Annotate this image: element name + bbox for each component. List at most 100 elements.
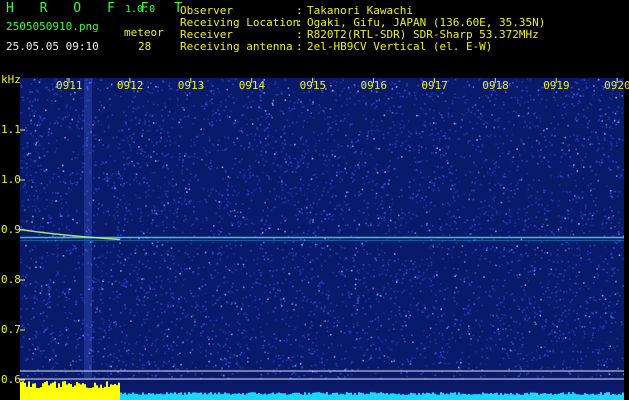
noise-speck <box>297 208 299 210</box>
noise-speck <box>432 332 435 334</box>
noise-speck <box>26 297 29 299</box>
noise-speck <box>309 261 312 263</box>
noise-speck <box>475 180 478 183</box>
noise-speck <box>617 121 620 123</box>
noise-speck <box>354 194 356 197</box>
noise-speck <box>241 114 243 117</box>
noise-speck <box>60 195 62 198</box>
noise-speck <box>290 359 293 362</box>
noise-speck <box>440 114 443 116</box>
noise-speck <box>213 276 216 278</box>
noise-speck <box>118 143 121 145</box>
noise-speck <box>60 95 62 97</box>
noise-speck <box>57 342 60 345</box>
noise-speck <box>99 89 101 92</box>
noise-speck <box>512 82 514 84</box>
noise-speck <box>65 249 68 252</box>
noise-speck <box>69 122 72 125</box>
noise-speck <box>211 251 214 254</box>
noise-speck <box>338 204 341 207</box>
noise-speck <box>541 325 544 328</box>
noise-speck <box>227 350 229 352</box>
noise-speck <box>337 344 339 346</box>
noise-speck <box>339 238 341 240</box>
noise-speck <box>544 346 546 348</box>
noise-speck <box>366 348 369 351</box>
noise-speck <box>519 358 522 361</box>
noise-speck <box>577 361 579 363</box>
noise-speck <box>602 147 604 150</box>
noise-speck <box>387 224 390 227</box>
noise-speck <box>147 214 150 217</box>
noise-speck <box>225 323 227 325</box>
noise-speck <box>505 176 507 178</box>
noise-speck <box>508 368 510 371</box>
noise-speck <box>454 322 456 325</box>
noise-speck <box>226 189 229 191</box>
noise-speck <box>282 257 285 259</box>
noise-speck <box>366 251 368 253</box>
noise-speck <box>480 184 483 186</box>
noise-speck <box>377 224 380 227</box>
noise-speck <box>457 209 459 211</box>
noise-speck <box>588 230 591 233</box>
noise-speck <box>176 164 178 167</box>
noise-speck <box>96 213 99 215</box>
noise-speck <box>550 272 552 275</box>
noise-speck <box>368 325 370 328</box>
noise-speck <box>413 91 416 94</box>
noise-speck <box>309 219 312 221</box>
noise-speck <box>506 223 509 225</box>
noise-speck <box>41 289 43 292</box>
noise-speck <box>395 86 398 88</box>
noise-speck <box>464 232 467 234</box>
noise-speck <box>328 294 330 297</box>
noise-speck <box>243 336 245 339</box>
noise-speck <box>196 253 199 255</box>
noise-speck <box>46 184 49 186</box>
noise-speck <box>193 256 195 258</box>
noise-speck <box>395 273 398 275</box>
noise-speck <box>500 229 503 231</box>
noise-speck <box>218 233 220 236</box>
noise-speck <box>448 210 451 213</box>
noise-speck <box>405 259 407 262</box>
noise-speck <box>322 110 325 112</box>
noise-speck <box>284 171 286 173</box>
noise-speck <box>219 329 221 331</box>
noise-speck <box>257 317 260 320</box>
noise-speck <box>371 189 374 191</box>
noise-speck <box>366 137 369 140</box>
noise-speck <box>586 302 589 304</box>
noise-speck <box>35 261 37 263</box>
noise-speck <box>489 100 491 102</box>
noise-speck <box>280 299 282 301</box>
noise-speck <box>599 352 601 354</box>
noise-speck <box>165 193 167 196</box>
noise-speck <box>371 124 373 127</box>
noise-speck <box>350 293 353 295</box>
noise-speck <box>470 338 472 340</box>
noise-speck <box>388 329 390 332</box>
noise-speck <box>32 112 35 114</box>
noise-speck <box>151 288 154 290</box>
noise-speck <box>551 144 553 147</box>
noise-speck <box>437 166 439 168</box>
noise-speck <box>254 306 257 308</box>
noise-speck <box>303 194 306 196</box>
noise-speck <box>510 190 512 192</box>
noise-speck <box>45 191 47 194</box>
noise-speck <box>299 344 301 347</box>
noise-speck <box>279 165 282 168</box>
noise-speck <box>488 290 491 293</box>
noise-speck <box>613 272 616 274</box>
noise-speck <box>364 354 366 356</box>
noise-speck <box>22 373 24 375</box>
noise-speck <box>212 188 214 191</box>
noise-speck <box>120 95 122 98</box>
noise-speck <box>186 368 188 370</box>
noise-speck <box>21 220 23 222</box>
noise-speck <box>495 97 497 100</box>
noise-speck <box>274 307 277 309</box>
noise-speck <box>118 249 121 252</box>
